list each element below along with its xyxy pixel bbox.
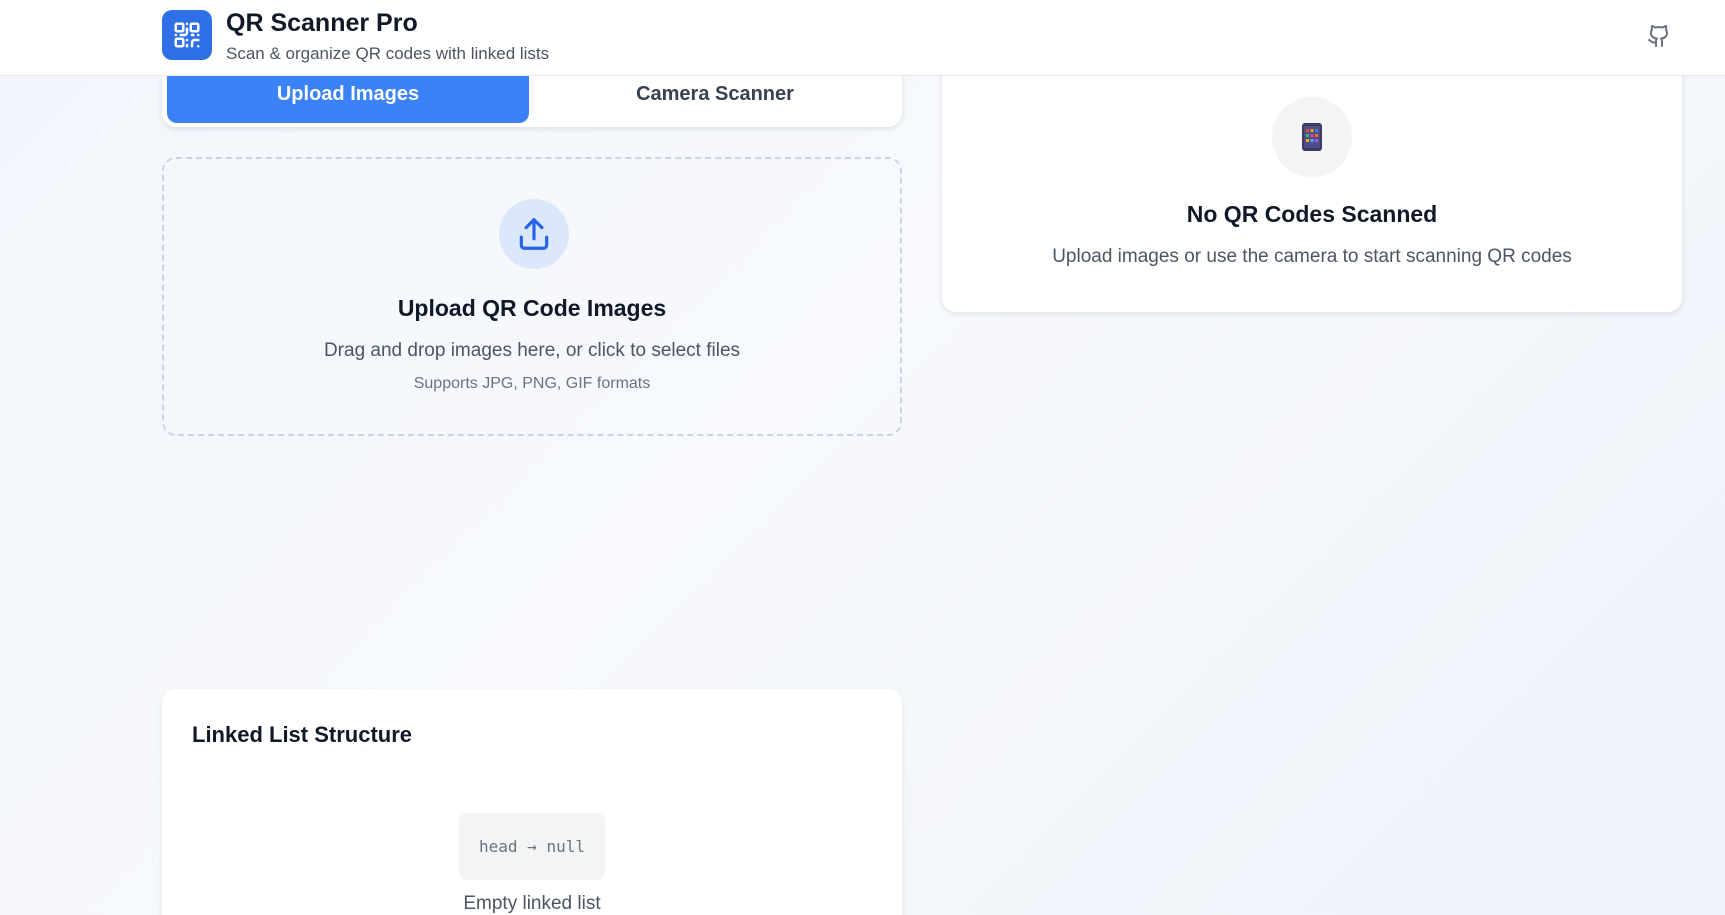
app-header: QR Scanner Pro Scan & organize QR codes … [0, 0, 1725, 76]
upload-title: Upload QR Code Images [397, 295, 667, 321]
linked-list-head-node: head → null [459, 813, 605, 880]
qr-code-icon [162, 10, 212, 60]
empty-state-description: Upload images or use the camera to start… [1052, 246, 1572, 267]
app-subtitle: Scan & organize QR codes with linked lis… [226, 44, 550, 63]
linked-list-empty-text: Empty linked list [463, 893, 601, 914]
upload-icon [499, 199, 569, 269]
github-icon[interactable] [1644, 21, 1674, 51]
upload-description: Drag and drop images here, or click to s… [323, 340, 741, 361]
empty-state-title: No QR Codes Scanned [1186, 201, 1438, 227]
linked-list-title: Linked List Structure [192, 722, 413, 747]
app-title: QR Scanner Pro [226, 9, 418, 37]
scan-results-panel: No QR Codes Scanned Upload images or use… [942, 60, 1682, 312]
linked-list-panel: Linked List Structure head → null Empty … [162, 689, 902, 915]
mobile-phone-icon [1272, 97, 1352, 177]
upload-formats: Supports JPG, PNG, GIF formats [413, 375, 651, 392]
upload-dropzone[interactable]: Upload QR Code Images Drag and drop imag… [162, 157, 902, 436]
